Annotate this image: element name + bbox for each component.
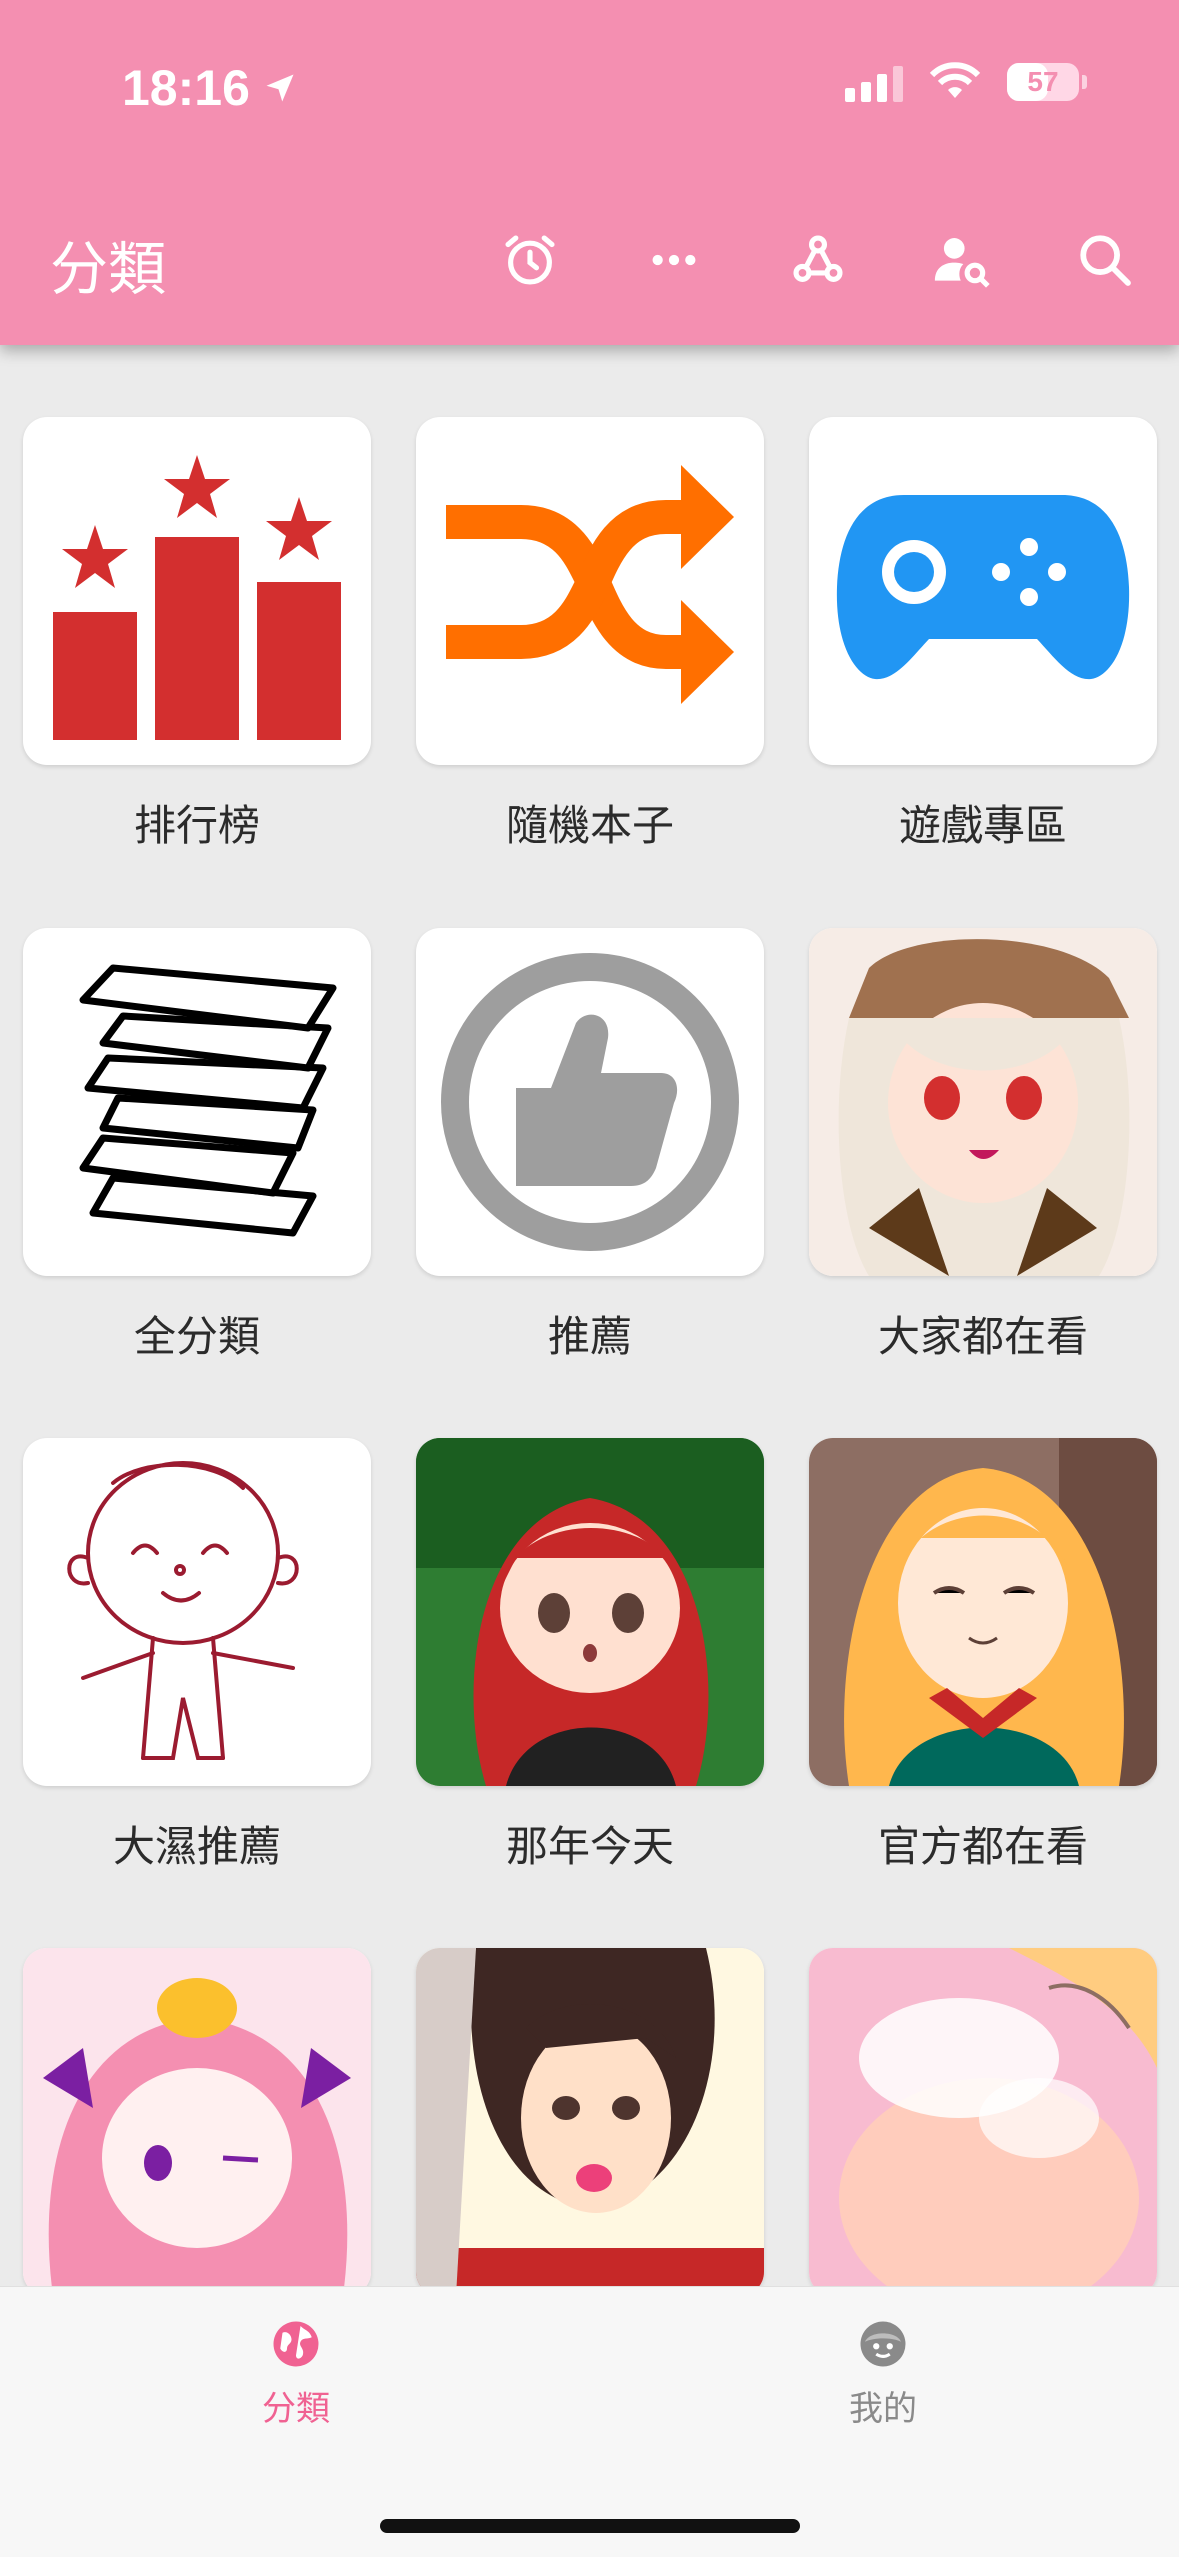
face-icon bbox=[860, 2321, 906, 2367]
cellular-signal-icon bbox=[845, 62, 903, 102]
ranking-icon bbox=[53, 455, 341, 740]
more-horizontal-icon bbox=[652, 254, 696, 266]
nav-label: 分類 bbox=[262, 2389, 330, 2429]
wifi-icon bbox=[929, 62, 981, 98]
alarm-button[interactable] bbox=[498, 228, 562, 292]
tile-recommend[interactable] bbox=[416, 928, 764, 1276]
status-indicators: 57 bbox=[845, 62, 1087, 102]
anime-thumbnail bbox=[416, 1438, 764, 1786]
category-grid: 排行榜 隨機本子 遊戲專區 全分類 推薦 大家都在看 大濕推薦 那年今天 官方都… bbox=[0, 0, 1179, 2556]
tile-random[interactable] bbox=[416, 417, 764, 765]
tile-this-day[interactable] bbox=[416, 1438, 764, 1786]
status-time: 18:16 bbox=[122, 58, 298, 118]
tile-label: 官方都在看 bbox=[877, 1822, 1088, 1871]
tile-label: 大濕推薦 bbox=[112, 1822, 281, 1871]
tile-ranking[interactable] bbox=[23, 417, 371, 765]
person-search-icon bbox=[934, 238, 990, 288]
alarm-icon bbox=[505, 235, 555, 285]
battery-indicator: 57 bbox=[1007, 63, 1087, 101]
search-icon bbox=[1080, 235, 1131, 286]
header-actions bbox=[0, 228, 1179, 292]
tile-item-10[interactable] bbox=[23, 1948, 371, 2296]
tile-master-recommend[interactable] bbox=[23, 1438, 371, 1786]
nav-tab-me[interactable]: 我的 bbox=[783, 2317, 983, 2430]
nav-tab-categories[interactable]: 分類 bbox=[196, 2317, 396, 2430]
books-icon bbox=[79, 964, 337, 1237]
tile-official-watching[interactable] bbox=[809, 1438, 1157, 1786]
thumbs-up-icon bbox=[441, 953, 739, 1251]
clock-text: 18:16 bbox=[122, 60, 250, 116]
anime-thumbnail bbox=[809, 928, 1157, 1276]
tile-all-categories[interactable] bbox=[23, 928, 371, 1276]
gamepad-icon bbox=[836, 495, 1130, 680]
user-search-button[interactable] bbox=[930, 228, 994, 292]
tile-item-11[interactable] bbox=[416, 1948, 764, 2296]
tile-label: 大家都在看 bbox=[877, 1312, 1088, 1361]
webhook-button[interactable] bbox=[786, 228, 850, 292]
globe-icon bbox=[273, 2321, 319, 2367]
tile-label: 排行榜 bbox=[133, 801, 260, 850]
app-bar: 18:16 57 分類 bbox=[0, 0, 1179, 345]
more-button[interactable] bbox=[642, 228, 706, 292]
tile-label: 全分類 bbox=[133, 1312, 260, 1361]
anime-thumbnail bbox=[416, 1948, 764, 2296]
bottom-navigation: 分類 我的 bbox=[0, 2286, 1179, 2557]
anime-thumbnail bbox=[23, 1948, 371, 2296]
tile-everyone-watching[interactable] bbox=[809, 928, 1157, 1276]
webhook-icon bbox=[793, 235, 843, 282]
tile-games[interactable] bbox=[809, 417, 1157, 765]
shuffle-icon bbox=[446, 465, 734, 704]
anime-thumbnail bbox=[809, 1438, 1157, 1786]
battery-level: 57 bbox=[1027, 66, 1059, 97]
tile-label: 那年今天 bbox=[505, 1822, 674, 1871]
tile-label: 隨機本子 bbox=[505, 801, 674, 850]
tile-label: 推薦 bbox=[547, 1312, 632, 1361]
anime-thumbnail bbox=[809, 1948, 1157, 2296]
nav-label: 我的 bbox=[849, 2389, 917, 2429]
tile-label: 遊戲專區 bbox=[898, 801, 1067, 850]
location-arrow-icon bbox=[266, 74, 294, 102]
home-indicator bbox=[380, 2519, 800, 2533]
tile-item-12[interactable] bbox=[809, 1948, 1157, 2296]
sketch-figure-icon bbox=[67, 1461, 299, 1760]
search-button[interactable] bbox=[1073, 228, 1137, 292]
